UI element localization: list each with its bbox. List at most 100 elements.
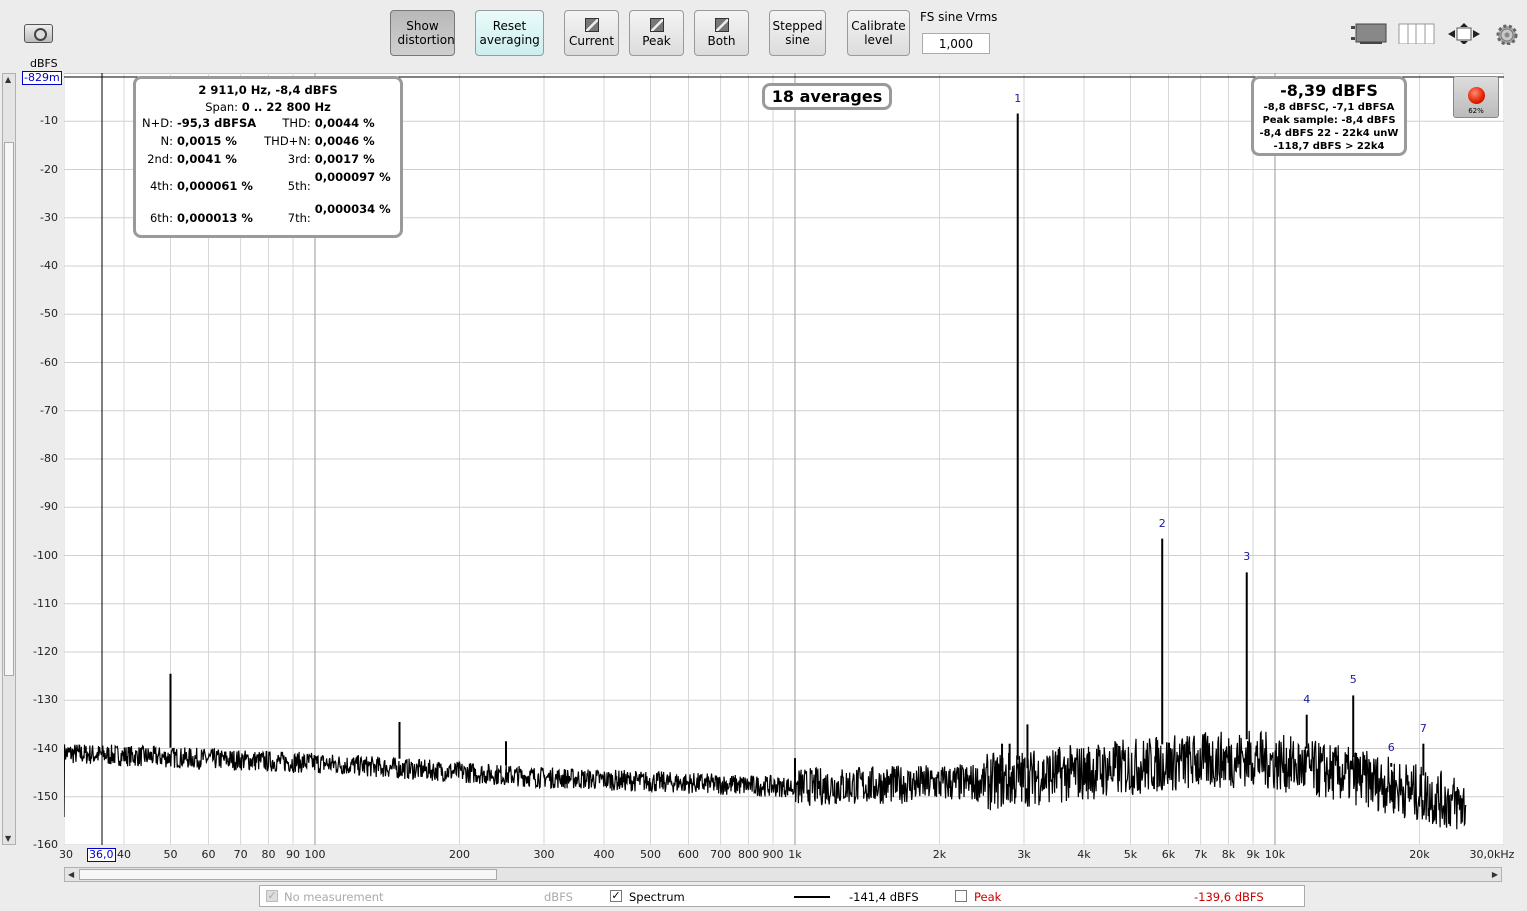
distortion-table: N+D: -95,3 dBFSA THD: 0,0044 % N: 0,0015 % TH… xyxy=(140,116,400,234)
x-tick-label: 800 xyxy=(737,848,759,861)
h6-label: 6th: xyxy=(149,211,173,225)
stepped-sine-button[interactable]: Stepped sine xyxy=(769,10,826,56)
h4-value: 0,000061 % xyxy=(176,179,253,193)
stepped-sine-label: Stepped sine xyxy=(772,19,823,47)
fs-sine-label: FS sine Vrms xyxy=(920,10,998,24)
y-tick-label: -20 xyxy=(40,162,58,176)
show-distortion-button[interactable]: Show distortion xyxy=(390,10,455,56)
scroll-left-icon[interactable]: ◀ xyxy=(68,870,74,879)
h2-label: 2nd: xyxy=(147,152,173,166)
x-tick-label: 600 xyxy=(677,848,699,861)
level-main: -8,39 dBFS xyxy=(1280,81,1378,100)
nd-label: N+D: xyxy=(142,116,173,130)
scroll-right-icon[interactable]: ▶ xyxy=(1492,870,1498,879)
x-cursor-readout: 36,0 xyxy=(87,848,116,862)
averages-badge: 18 averages xyxy=(762,83,892,110)
current-label: Current xyxy=(568,34,615,48)
y-tick-label: -120 xyxy=(33,645,58,658)
x-tick-label: 2k xyxy=(932,848,947,861)
x-tick-label: 6k xyxy=(1161,848,1176,861)
legend-bar: ✓ No measurement dBFS ✓ Spectrum -141,4 … xyxy=(259,885,1305,907)
harmonic-label: 7 xyxy=(1419,721,1427,735)
peak-label: Peak xyxy=(974,890,1002,904)
peak-value: -139,6 dBFS xyxy=(1194,890,1264,904)
reset-averaging-button[interactable]: Reset averaging xyxy=(475,10,544,56)
n-label: N: xyxy=(160,134,173,148)
both-label: Both xyxy=(707,34,736,48)
x-tick-label: 5k xyxy=(1123,848,1138,861)
distortion-header: 2 911,0 Hz, -8,4 dBFS xyxy=(198,83,338,97)
both-button[interactable]: Both xyxy=(694,10,749,56)
y-tick-label: -100 xyxy=(33,548,58,562)
columns-layout-icon[interactable] xyxy=(1398,22,1436,44)
y-tick-label: -50 xyxy=(40,307,58,321)
harmonic-label: 3 xyxy=(1243,550,1251,564)
x-tick-label: 9k xyxy=(1246,848,1260,861)
gear-icon[interactable] xyxy=(1495,23,1519,45)
no-measurement-unit: dBFS xyxy=(544,890,573,904)
harmonic-label: 6 xyxy=(1387,740,1395,754)
window-layout-icon[interactable] xyxy=(1350,22,1388,44)
calibrate-level-label: Calibrate level xyxy=(851,19,906,47)
fit-arrows-icon[interactable] xyxy=(1446,22,1484,44)
y-tick-label: -40 xyxy=(40,259,58,272)
scroll-up-icon[interactable]: ▲ xyxy=(5,75,11,84)
record-icon xyxy=(1468,87,1485,104)
floppy-icon xyxy=(649,18,664,32)
x-tick-label: 60 xyxy=(201,848,216,861)
harmonic-label: 4 xyxy=(1303,692,1311,706)
thdn-value: 0,0046 % xyxy=(314,134,375,148)
harmonic-label: 5 xyxy=(1349,673,1357,687)
y-tick-label: -130 xyxy=(33,693,58,707)
y-tick-label: -30 xyxy=(40,210,58,224)
show-distortion-label: Show distortion xyxy=(397,19,455,47)
x-tick-label: 1k xyxy=(788,848,802,861)
peak-checkbox[interactable] xyxy=(955,890,967,902)
harmonic-label: 2 xyxy=(1158,516,1166,530)
level-panel: -8,39 dBFS -8,8 dBFSC, -7,1 dBFSA Peak s… xyxy=(1251,76,1407,156)
y-tick-label: -150 xyxy=(33,789,58,803)
x-tick-label: 20k xyxy=(1409,848,1430,861)
horizontal-scrollbar[interactable]: ◀ ▶ xyxy=(64,867,1502,882)
distortion-panel[interactable]: 2 911,0 Hz, -8,4 dBFS Span: 0 .. 22 800 … xyxy=(133,76,403,238)
h5-label: 5th: xyxy=(287,179,311,193)
x-tick-label: 700 xyxy=(710,848,732,861)
span-label: Span: xyxy=(205,100,239,114)
level-line-4: -118,7 dBFS > 22k4 xyxy=(1273,141,1385,152)
thdn-label: THD+N: xyxy=(264,134,311,148)
span-row: Span: 0 .. 22 800 Hz xyxy=(136,100,400,114)
x-tick-label: 7k xyxy=(1193,848,1208,861)
fs-sine-input[interactable]: 1,000 xyxy=(922,33,990,54)
record-button[interactable]: 62% xyxy=(1453,76,1499,118)
level-line-1: -8,8 dBFSC, -7,1 dBFSA xyxy=(1263,102,1395,113)
x-tick-label: 3k xyxy=(1017,848,1031,861)
h6-value: 0,000013 % xyxy=(176,211,253,225)
harmonic-label: 1 xyxy=(1014,91,1022,105)
spectrum-checkbox[interactable]: ✓ xyxy=(610,890,622,902)
thd-label: THD: xyxy=(282,116,311,130)
x-tick-label: 200 xyxy=(448,848,470,861)
reset-averaging-label: Reset averaging xyxy=(479,19,540,47)
h4-label: 4th: xyxy=(149,179,173,193)
n-value: 0,0015 % xyxy=(176,134,237,148)
floppy-icon xyxy=(584,18,599,32)
h2-value: 0,0041 % xyxy=(176,152,237,166)
floppy-icon xyxy=(714,18,729,32)
calibrate-level-button[interactable]: Calibrate level xyxy=(847,10,910,56)
span-value: 0 .. 22 800 Hz xyxy=(241,100,331,114)
y-tick-label: -160 xyxy=(33,838,58,851)
y-tick-label: -60 xyxy=(40,355,58,369)
level-line-2: Peak sample: -8,4 dBFS xyxy=(1262,115,1396,126)
x-tick-label: 10k xyxy=(1264,848,1286,861)
screenshot-camera-icon[interactable] xyxy=(24,24,53,43)
current-button[interactable]: Current xyxy=(564,10,619,56)
peak-button[interactable]: Peak xyxy=(629,10,684,56)
thd-value: 0,0044 % xyxy=(314,116,375,130)
spectrum-line-swatch xyxy=(794,896,830,898)
spectrum-value: -141,4 dBFS xyxy=(849,890,919,904)
x-tick-label: 40 xyxy=(116,848,131,861)
h3-value: 0,0017 % xyxy=(314,152,375,166)
level-line-3: -8,4 dBFS 22 - 22k4 unW xyxy=(1259,128,1399,139)
horizontal-scroll-thumb[interactable] xyxy=(79,869,497,880)
y-tick-label: -10 xyxy=(40,114,58,128)
